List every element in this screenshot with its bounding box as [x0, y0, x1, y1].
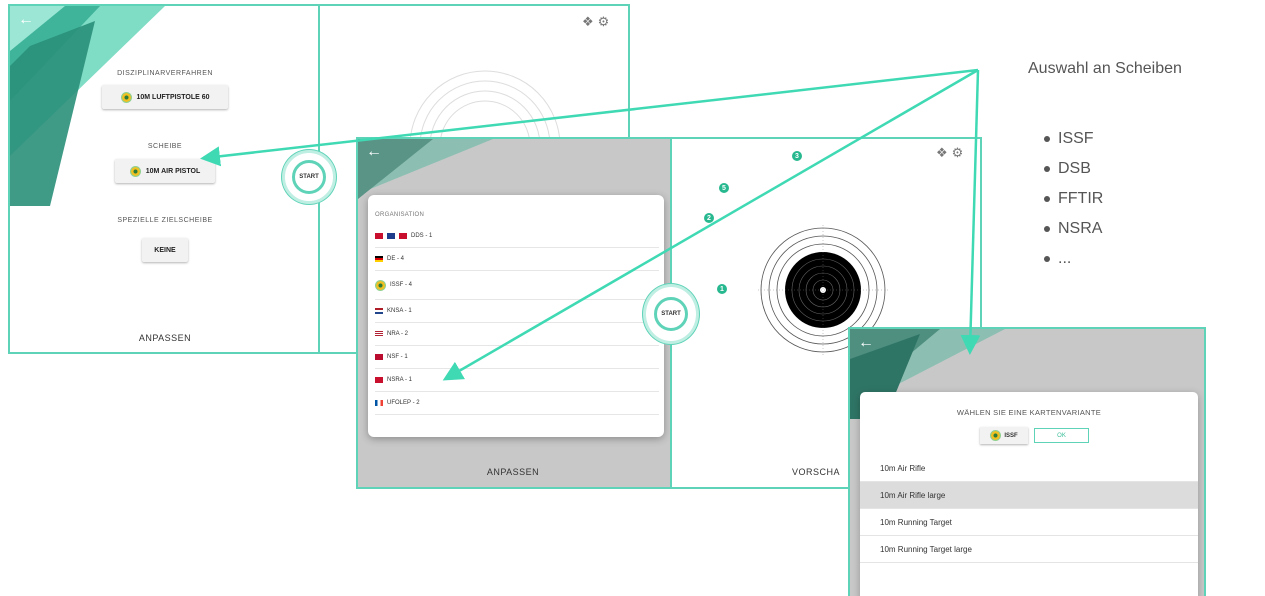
bullet-icon [1044, 226, 1050, 232]
norway-flag-icon [375, 354, 383, 360]
target-section-label: SCHEIBE [147, 143, 183, 150]
start-label: START [654, 297, 688, 331]
denmark-flag-icon [375, 233, 383, 239]
organisation-button[interactable]: ISSF [980, 427, 1028, 444]
issf-logo-icon [375, 279, 386, 291]
screen-card-variant: ← WÄHLEN SIE EINE KARTENVARIANTE ISSF OK… [848, 327, 1206, 596]
list-item-label: DSB [1058, 160, 1091, 177]
org-row-nra[interactable]: NRA - 2 [375, 323, 659, 346]
list-item: DSB [1044, 154, 1103, 184]
organisation-dialog: ORGANISATION DDS - 1 DE - 4 ISSF - 4 KNS… [368, 195, 664, 437]
start-button[interactable]: START [282, 150, 336, 204]
bullet-icon [1044, 166, 1050, 172]
list-item-label: FFTIR [1058, 190, 1104, 207]
list-item: ... [1044, 244, 1103, 274]
start-button[interactable]: START [643, 284, 699, 344]
special-target-section-label: SPEZIELLE ZIELSCHEIBE [117, 217, 213, 224]
discipline-section-label: DISZIPLINARVERFAHREN [117, 70, 213, 77]
org-row-knsa[interactable]: KNSA - 1 [375, 300, 659, 323]
special-target-button[interactable]: KEINE [142, 238, 188, 262]
org-label: NRA - 2 [387, 331, 409, 337]
org-label: NSRA - 1 [387, 377, 413, 383]
list-item-label: NSRA [1058, 220, 1103, 237]
target-icon [129, 165, 141, 177]
signal-icon[interactable]: ❖ [936, 145, 948, 161]
bullet-icon [1044, 136, 1050, 142]
side-heading: Auswahl an Scheiben [1028, 60, 1182, 77]
variant-title: WÄHLEN SIE EINE KARTENVARIANTE [956, 408, 1102, 417]
org-row-nsf[interactable]: NSF - 1 [375, 346, 659, 369]
organisation-button-label: ISSF [1004, 432, 1018, 439]
discipline-button[interactable]: 10M LUFTPISTOLE 60 [102, 85, 228, 109]
organisation-title: ORGANISATION [375, 212, 425, 218]
germany-flag-icon [375, 256, 383, 262]
card-variant-dialog: WÄHLEN SIE EINE KARTENVARIANTE ISSF OK 1… [860, 392, 1198, 596]
discipline-value: 10M LUFTPISTOLE 60 [136, 93, 210, 101]
org-row-dds[interactable]: DDS - 1 [375, 225, 659, 248]
target-preview-rings [409, 70, 561, 146]
customize-label[interactable]: ANPASSEN [418, 467, 608, 477]
list-item-label: ISSF [1058, 130, 1094, 147]
target-value: 10M AIR PISTOL [145, 167, 201, 175]
top-icons: ❖ ⚙ [582, 14, 609, 30]
list-item: FFTIR [1044, 184, 1103, 214]
org-row-nsra[interactable]: NSRA - 1 [375, 369, 659, 392]
top-icons: ❖ ⚙ [936, 145, 963, 161]
uk-flag-icon [375, 377, 383, 383]
org-row-de[interactable]: DE - 4 [375, 248, 659, 271]
usa-flag-icon [375, 331, 383, 337]
list-item-label: ... [1058, 250, 1072, 267]
shot-badge: 3 [792, 151, 802, 161]
target-button[interactable]: 10M AIR PISTOL [115, 159, 215, 183]
shot-badge: 5 [719, 183, 729, 193]
preview-label[interactable]: VORSCHA [792, 467, 852, 477]
org-label: KNSA - 1 [387, 308, 412, 314]
netherlands-flag-icon [375, 308, 383, 314]
list-item: NSRA [1044, 214, 1103, 244]
org-row-issf[interactable]: ISSF - 4 [375, 271, 659, 300]
bullet-icon [1044, 256, 1050, 262]
org-label: DE - 4 [387, 256, 405, 262]
norway-flag-icon [387, 233, 395, 239]
issf-logo-icon [990, 430, 1002, 441]
shot-badge: 2 [704, 213, 714, 223]
side-list: ISSF DSB FFTIR NSRA ... [1044, 124, 1103, 274]
variant-row[interactable]: 10m Running Target [860, 509, 1198, 536]
gear-icon[interactable]: ⚙ [598, 14, 610, 30]
signal-icon[interactable]: ❖ [582, 14, 594, 30]
france-flag-icon [375, 400, 383, 406]
gear-icon[interactable]: ⚙ [952, 145, 964, 161]
customize-label[interactable]: ANPASSEN [70, 333, 260, 343]
back-arrow-icon[interactable]: ← [366, 144, 382, 160]
target-icon [120, 91, 132, 103]
variant-row[interactable]: 10m Running Target large [860, 536, 1198, 563]
bullet-icon [1044, 196, 1050, 202]
org-row-ufolep[interactable]: UFOLEP - 2 [375, 392, 659, 415]
norway-flag-icon [399, 233, 407, 239]
variant-row[interactable]: 10m Air Rifle [860, 455, 1198, 482]
back-arrow-icon[interactable]: ← [858, 335, 874, 351]
org-label: DDS - 1 [411, 233, 433, 239]
shot-badge: 1 [717, 284, 727, 294]
back-arrow-icon[interactable]: ← [18, 12, 34, 28]
list-item: ISSF [1044, 124, 1103, 154]
start-label: START [292, 160, 326, 194]
org-label: NSF - 1 [387, 354, 408, 360]
special-target-value: KEINE [154, 246, 176, 254]
org-label: UFOLEP - 2 [387, 400, 420, 406]
variant-row-selected[interactable]: 10m Air Rifle large [860, 482, 1198, 509]
org-label: ISSF - 4 [390, 282, 413, 288]
ok-button[interactable]: OK [1034, 428, 1089, 443]
